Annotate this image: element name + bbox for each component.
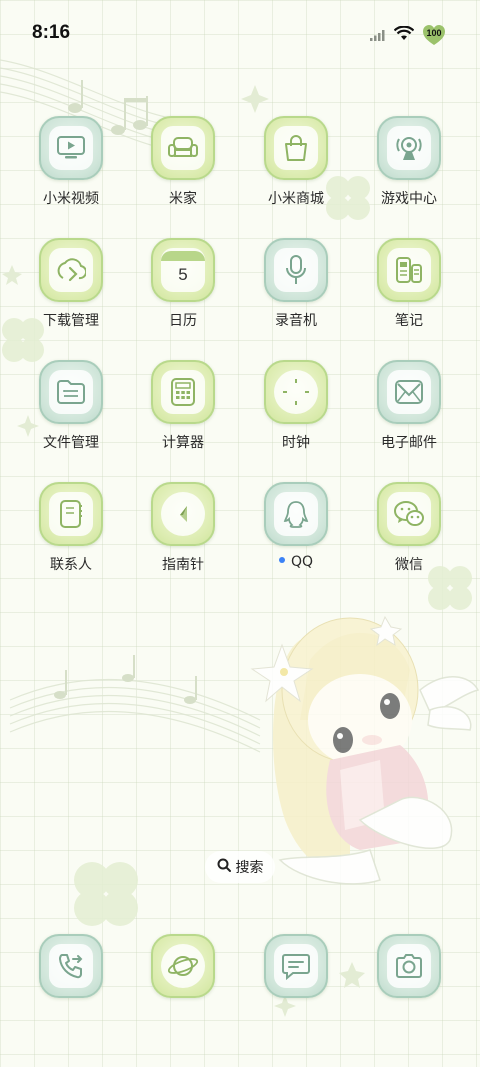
dock-camera[interactable] <box>354 934 464 1044</box>
app-calendar[interactable]: 5 日历 <box>128 238 238 348</box>
calculator-icon <box>161 370 205 414</box>
app-label: 笔记 <box>395 313 423 329</box>
qq-penguin-icon <box>274 492 318 536</box>
notes-icon <box>387 248 431 292</box>
contacts-icon <box>49 492 93 536</box>
app-label: 小米视频 <box>43 191 99 207</box>
game-controller-icon <box>387 126 431 170</box>
wifi-icon <box>393 25 415 45</box>
folder-icon <box>49 370 93 414</box>
app-mi-video[interactable]: 小米视频 <box>16 116 126 226</box>
app-file-manager[interactable]: 文件管理 <box>16 360 126 470</box>
app-label-text: QQ <box>290 554 314 570</box>
battery-level: 100 <box>426 28 442 38</box>
wechat-icon <box>387 492 431 536</box>
search-icon <box>217 858 231 876</box>
app-compass[interactable]: 指南针 <box>128 482 238 592</box>
app-notes[interactable]: 笔记 <box>354 238 464 348</box>
status-bar: 8:16 100 <box>0 0 480 64</box>
app-label: 电子邮件 <box>381 435 437 451</box>
app-game-center[interactable]: 游戏中心 <box>354 116 464 226</box>
app-label: 日历 <box>169 313 197 329</box>
compass-icon <box>161 492 205 536</box>
app-recorder[interactable]: 录音机 <box>241 238 351 348</box>
app-label: 米家 <box>169 191 197 207</box>
camera-icon <box>387 944 431 988</box>
phone-icon <box>49 944 93 988</box>
download-icon <box>49 248 93 292</box>
app-label: 录音机 <box>275 313 317 329</box>
search-label: 搜索 <box>235 860 264 876</box>
app-label: 文件管理 <box>43 435 99 451</box>
app-label: 游戏中心 <box>381 191 437 207</box>
sofa-icon <box>161 126 205 170</box>
app-label: QQ <box>241 554 351 570</box>
app-mi-store[interactable]: 小米商城 <box>241 116 351 226</box>
status-time: 8:16 <box>32 22 71 43</box>
signal-icon <box>370 26 386 45</box>
calendar-icon: 5 <box>161 248 205 292</box>
app-contacts[interactable]: 联系人 <box>16 482 126 592</box>
app-mijia[interactable]: 米家 <box>128 116 238 226</box>
app-download-manager[interactable]: 下载管理 <box>16 238 126 348</box>
app-label: 下载管理 <box>43 313 99 329</box>
app-wechat[interactable]: 微信 <box>354 482 464 592</box>
app-label: 计算器 <box>162 435 204 451</box>
message-icon <box>274 944 318 988</box>
app-email[interactable]: 电子邮件 <box>354 360 464 470</box>
dock-messages[interactable] <box>241 934 351 1044</box>
app-label: 联系人 <box>50 557 92 573</box>
status-icons: 100 <box>370 24 446 46</box>
dock-browser[interactable] <box>128 934 238 1044</box>
calendar-day: 5 <box>178 265 188 284</box>
search-button[interactable]: 搜索 <box>205 851 275 883</box>
video-icon <box>49 126 93 170</box>
browser-planet-icon <box>161 944 205 988</box>
app-label: 微信 <box>395 557 423 573</box>
app-qq[interactable]: QQ <box>241 482 351 592</box>
app-clock[interactable]: 时钟 <box>241 360 351 470</box>
clock-icon <box>274 370 318 414</box>
app-label: 小米商城 <box>268 191 324 207</box>
shopping-bag-icon <box>274 126 318 170</box>
app-calculator[interactable]: 计算器 <box>128 360 238 470</box>
app-label: 时钟 <box>282 435 310 451</box>
app-label: 指南针 <box>162 557 204 573</box>
battery-icon: 100 <box>422 24 446 46</box>
mail-icon <box>387 370 431 414</box>
dock-phone[interactable] <box>16 934 126 1044</box>
notification-dot <box>278 557 285 563</box>
microphone-icon <box>274 248 318 292</box>
